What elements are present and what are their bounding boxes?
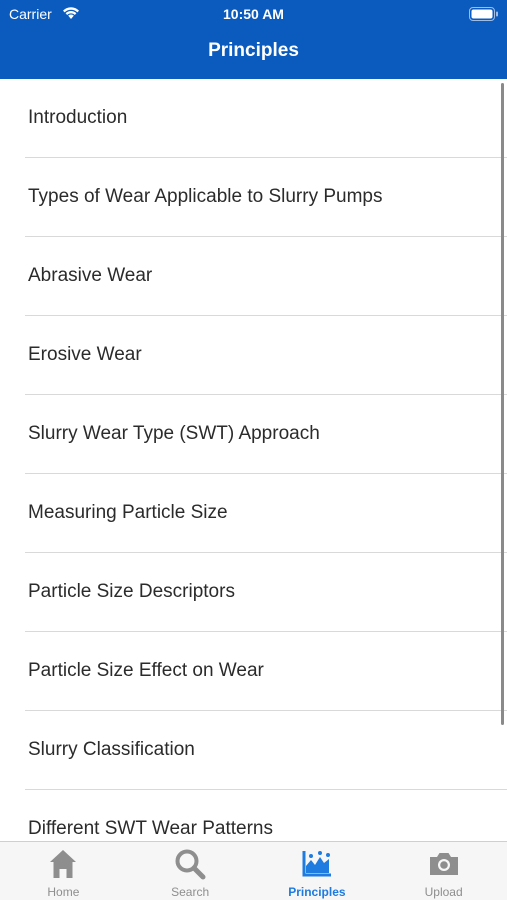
status-bar: Carrier 10:50 AM (0, 0, 507, 28)
page-title: Principles (208, 40, 299, 61)
tab-search[interactable]: Search (127, 842, 254, 900)
list-item[interactable]: Introduction (25, 79, 507, 158)
battery-icon (469, 7, 498, 21)
principles-list: Introduction Types of Wear Applicable to… (0, 79, 507, 841)
list-item-label: Erosive Wear (28, 344, 142, 365)
tab-home[interactable]: Home (0, 842, 127, 900)
chart-icon (302, 851, 331, 877)
list-item[interactable]: Particle Size Descriptors (25, 553, 507, 632)
list-item-label: Slurry Classification (28, 739, 195, 760)
home-icon (50, 850, 77, 878)
scrollbar[interactable] (501, 83, 504, 725)
tab-principles[interactable]: Principles (254, 842, 381, 900)
list-item[interactable]: Types of Wear Applicable to Slurry Pumps (25, 158, 507, 237)
list-item-label: Different SWT Wear Patterns (28, 818, 273, 839)
list-item[interactable]: Different SWT Wear Patterns (25, 790, 507, 841)
list-item[interactable]: Particle Size Effect on Wear (25, 632, 507, 711)
list-item[interactable]: Abrasive Wear (25, 237, 507, 316)
tab-search-label: Search (171, 885, 210, 899)
list-item[interactable]: Slurry Wear Type (SWT) Approach (25, 395, 507, 474)
list-item[interactable]: Slurry Classification (25, 711, 507, 790)
list-item-label: Measuring Particle Size (28, 502, 228, 523)
tab-bar: Home Search Principles Upload (0, 841, 507, 900)
list-item[interactable]: Erosive Wear (25, 316, 507, 395)
navigation-header: Carrier 10:50 AM Principles (0, 0, 507, 79)
camera-icon (429, 853, 458, 875)
list-item[interactable]: Measuring Particle Size (25, 474, 507, 553)
tab-principles-label: Principles (288, 885, 346, 899)
tab-upload-label: Upload (424, 885, 463, 899)
tab-home-label: Home (47, 885, 80, 899)
list-item-label: Abrasive Wear (28, 265, 153, 286)
list-item-label: Particle Size Effect on Wear (28, 660, 264, 681)
status-time: 10:50 AM (223, 6, 284, 22)
list-item-label: Types of Wear Applicable to Slurry Pumps (28, 186, 383, 207)
list-item-label: Introduction (28, 107, 128, 128)
list-item-label: Particle Size Descriptors (28, 581, 235, 602)
search-icon (175, 849, 206, 880)
tab-upload[interactable]: Upload (380, 842, 507, 900)
list-item-label: Slurry Wear Type (SWT) Approach (28, 423, 320, 444)
